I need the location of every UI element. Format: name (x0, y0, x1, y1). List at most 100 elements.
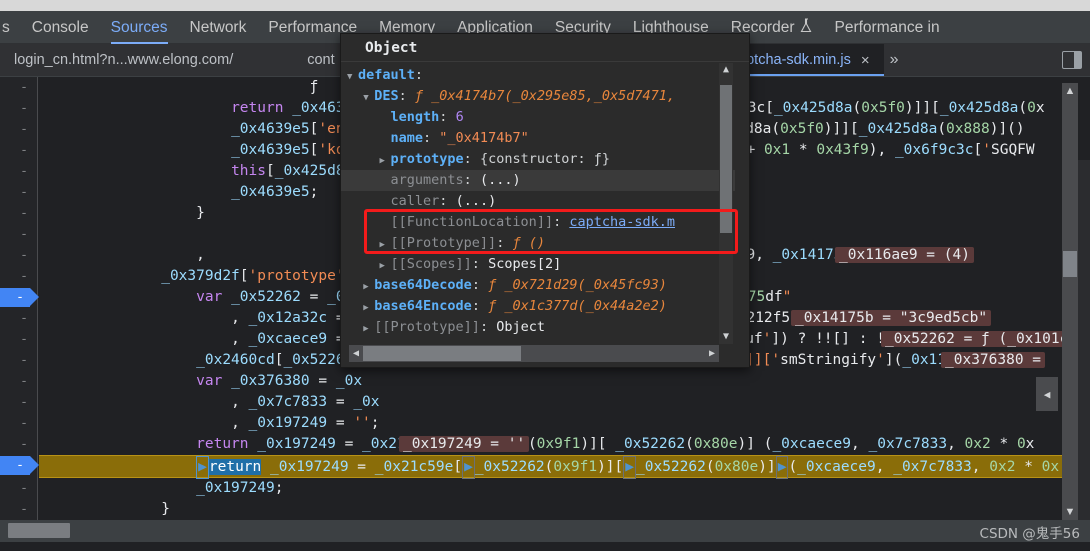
code-fragment[interactable]: 7 + 0x1 * 0x43f9), _0x6f9c3c['SGQFW (729, 140, 1035, 161)
gutter-line[interactable]: - (0, 182, 37, 203)
close-icon[interactable]: × (861, 53, 870, 68)
devtools-tab-network[interactable]: Network (179, 11, 258, 44)
property-separator: : (479, 319, 497, 335)
chevron-right-icon[interactable]: ▶ (380, 151, 391, 172)
devtools-tab-s[interactable]: s (0, 11, 21, 44)
file-tab-label: cont (307, 52, 335, 68)
code-fragment[interactable]: c3c[_0x425d8a(0x5f0)]][_0x425d8a(0x (739, 98, 1045, 119)
code-fragment[interactable]: 425d8a(0x5f0)]][_0x425d8a(0x888)]() (719, 119, 1025, 140)
gutter-line[interactable]: - (0, 77, 37, 98)
property-value: Scopes[2] (488, 256, 562, 272)
popover-horizontal-scrollbar[interactable]: ◀ ▶ (349, 345, 719, 362)
code-line[interactable]: return _0x197249 = _0x21c59e[ _0x52262(0… (39, 434, 1090, 455)
property-row[interactable]: ▶ base64Decode: ƒ _0x721d29(_0x45fc93) (341, 275, 735, 296)
object-popover[interactable]: Object ▼ default: ▼ DES: ƒ _0x4174b7(_0x29… (340, 33, 750, 368)
scrollbar-thumb[interactable] (1063, 251, 1077, 277)
code-line[interactable]: , _0x7c7833 = _0x (39, 392, 1090, 413)
scrollbar-thumb[interactable] (720, 85, 732, 233)
property-value-link[interactable]: captcha-sdk.m (569, 214, 675, 230)
no-disclosure-icon (380, 172, 391, 193)
scroll-up-icon[interactable]: ▲ (719, 63, 733, 77)
inline-evaluated-value: _0x116ae9 = (4) (835, 245, 974, 266)
gutter-line[interactable]: - (0, 478, 37, 499)
gutter-line[interactable]: - (0, 119, 37, 140)
code-line[interactable]: var _0x376380 = _0x (39, 371, 1090, 392)
devtools-tab-label: Console (31, 18, 89, 36)
scrollbar-thumb[interactable] (363, 346, 521, 361)
gutter-line[interactable]: - (0, 350, 37, 371)
gutter-line[interactable]: - (0, 413, 37, 434)
gutter-line[interactable]: - (0, 329, 37, 350)
scroll-up-icon[interactable]: ▲ (1062, 83, 1078, 99)
gutter-line[interactable]: - (0, 308, 37, 329)
property-key: [[Prototype]] (374, 319, 480, 335)
breakpoint-marker[interactable]: - (0, 288, 39, 307)
gutter-line[interactable]: - (0, 392, 37, 413)
devtools-tab-performance-in[interactable]: Performance in (824, 11, 951, 44)
file-tab-login-cn[interactable]: login_cn.html?n...www.elong.com/ (0, 44, 247, 76)
devtools-tab-sources[interactable]: Sources (100, 11, 179, 44)
code-line[interactable]: _0x197249; (39, 478, 1090, 499)
chevron-right-icon[interactable]: ▶ (363, 277, 374, 298)
property-row[interactable]: [[FunctionLocation]]: captcha-sdk.m (341, 212, 735, 233)
property-key: DES (374, 88, 399, 104)
chevron-down-icon[interactable]: ▼ (363, 88, 374, 109)
popover-title: Object (341, 34, 749, 62)
property-value: (...) (455, 193, 497, 209)
gutter-line[interactable]: - (0, 499, 37, 520)
property-row[interactable]: ▼ DES: ƒ _0x4174b7(_0x295e85,_0x5d7471, (341, 86, 735, 107)
property-key: base64Decode (374, 277, 472, 293)
chevron-down-icon[interactable]: ▼ (347, 67, 358, 88)
chevron-right-icon[interactable]: ▶ (363, 319, 374, 340)
scroll-down-icon[interactable]: ▼ (719, 330, 733, 344)
gutter-line[interactable]: - (0, 455, 39, 478)
property-row[interactable]: ▼ default: (341, 65, 735, 86)
property-row[interactable]: length: 6 (341, 107, 735, 128)
property-key: arguments (390, 172, 464, 188)
scrollbar-thumb[interactable] (8, 523, 70, 538)
no-disclosure-icon (380, 109, 391, 130)
inline-evaluated-value: _0x52262 = ƒ (_0x101cc6, (881, 329, 1090, 350)
chevron-right-icon[interactable]: ▶ (363, 298, 374, 319)
editor-vertical-scrollbar[interactable]: ▲ ▼ (1062, 83, 1078, 520)
breakpoint-marker[interactable]: - (0, 456, 39, 475)
property-row[interactable]: ▶ prototype: {constructor: ƒ} (341, 149, 735, 170)
gutter-line[interactable]: - (0, 434, 37, 455)
chevron-right-icon[interactable]: ▶ (380, 256, 391, 277)
devtools-tab-console[interactable]: Console (21, 11, 100, 44)
gutter-line[interactable]: - (0, 245, 37, 266)
property-value: 6 (455, 109, 464, 125)
show-navigator-icon[interactable] (1062, 51, 1082, 69)
property-row[interactable]: ▶ [[Scopes]]: Scopes[2] (341, 254, 735, 275)
editor-gutter[interactable]: ------------------------- (0, 77, 39, 520)
popover-vertical-scrollbar[interactable]: ▲ ▼ (719, 63, 733, 344)
property-row[interactable]: caller: (...) (341, 191, 735, 212)
scroll-right-icon[interactable]: ▶ (705, 345, 719, 362)
property-row[interactable]: ▶ [[Prototype]]: ƒ () (341, 233, 735, 254)
scroll-left-icon[interactable]: ◀ (349, 345, 363, 362)
gutter-line[interactable]: - (0, 203, 37, 224)
gutter-line[interactable]: - (0, 371, 37, 392)
editor-horizontal-scrollbar[interactable]: CSDN @鬼手56 (0, 520, 1090, 542)
popover-property-list[interactable]: ▼ default: ▼ DES: ƒ _0x4174b7(_0x295e85,_0… (341, 63, 735, 344)
gutter-line[interactable]: - (0, 224, 37, 245)
property-key: caller (390, 193, 440, 209)
property-row[interactable]: ▶ base64Encode: ƒ _0x1c377d(_0x44a2e2) (341, 296, 735, 317)
more-tabs-icon[interactable]: » (884, 44, 905, 76)
gutter-line[interactable]: - (0, 287, 39, 308)
gutter-line[interactable]: - (0, 161, 37, 182)
chevron-right-icon[interactable]: ▶ (380, 235, 391, 256)
browser-chrome-strip (0, 0, 1090, 11)
executing-code-line[interactable]: ▶ return _0x197249 = _0x21c59e[▶ _0x52262(… (39, 455, 1090, 479)
property-row[interactable]: ▶ [[Prototype]]: Object (341, 317, 735, 338)
property-row[interactable]: name: "_0x4174b7" (341, 128, 735, 149)
gutter-line[interactable]: - (0, 266, 37, 287)
gutter-line[interactable]: - (0, 140, 37, 161)
gutter-line[interactable]: - (0, 98, 37, 119)
code-line[interactable]: , _0x197249 = ''; (39, 413, 1090, 434)
code-line[interactable]: } (39, 499, 1090, 520)
property-row[interactable]: arguments: (...) (341, 170, 735, 191)
scroll-down-icon[interactable]: ▼ (1062, 504, 1078, 520)
